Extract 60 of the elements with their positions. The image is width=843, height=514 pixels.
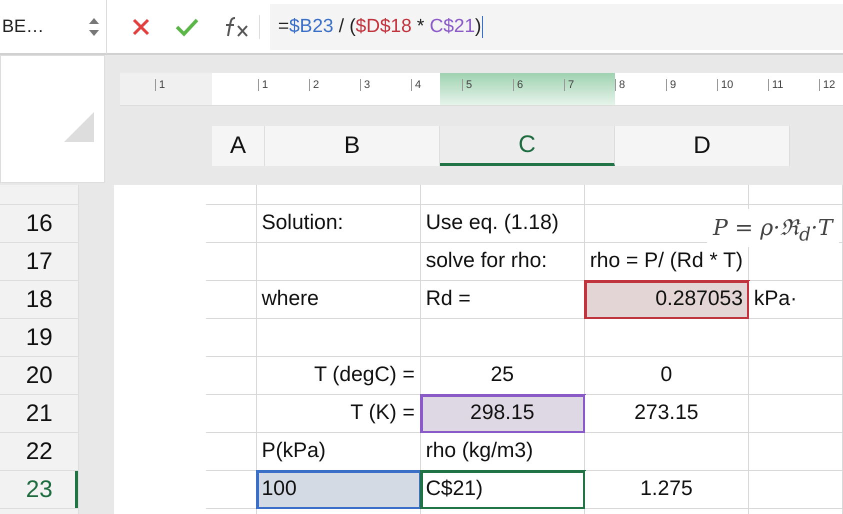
ruler-number: 1 <box>155 79 166 91</box>
ruler-number: 7 <box>564 79 574 91</box>
table-cell: 1.275 <box>584 471 749 509</box>
table-cell: T (degC) = <box>256 357 421 395</box>
table-cell <box>206 433 257 471</box>
table-cell <box>206 319 257 357</box>
table-cell: Solution: <box>256 205 421 243</box>
ruler-number: 4 <box>411 79 422 91</box>
table-cell: where <box>256 281 421 319</box>
column-header[interactable]: A <box>212 126 265 166</box>
column-header[interactable]: C <box>440 126 615 166</box>
table-cell <box>206 243 257 281</box>
table-cell <box>206 395 257 433</box>
ruler-number: 10 <box>717 79 734 91</box>
ruler-number: 1 <box>258 79 268 91</box>
table-cell: kPa· <box>748 281 843 319</box>
row-header[interactable]: 17 <box>0 243 80 281</box>
ruler-number: 8 <box>615 79 626 91</box>
table-cell: C$21) <box>420 471 585 509</box>
formula-field[interactable]: =$B23 / ($D$18 * C$21) <box>270 4 843 50</box>
table-cell: T (K) = <box>256 395 421 433</box>
table-cell: 100 <box>256 471 421 509</box>
row-header[interactable]: 22 <box>0 433 80 471</box>
row-header[interactable]: 16 <box>0 205 80 243</box>
table-cell: solve for rho: <box>420 243 585 281</box>
check-icon[interactable] <box>175 16 199 36</box>
ruler-number: 6 <box>513 79 524 91</box>
cancel-icon[interactable] <box>131 16 151 36</box>
equation: P = ρ·ℜ$_{d}$·T <box>707 209 839 248</box>
table-cell: 25 <box>420 357 585 395</box>
table-cell: Use eq. (1.18) <box>420 205 585 243</box>
table-cell: rho (kg/m3) <box>420 433 585 471</box>
row-header[interactable]: 18 <box>0 281 80 319</box>
table-cell <box>206 205 257 243</box>
column-header[interactable]: B <box>265 126 440 166</box>
table-cell <box>206 281 257 319</box>
table-cell <box>206 357 257 395</box>
column-header[interactable]: D <box>615 126 790 166</box>
ruler-number: 2 <box>309 79 320 91</box>
ruler-number: 12 <box>819 79 836 91</box>
stepper-icon[interactable] <box>88 16 100 38</box>
row-header[interactable]: 21 <box>0 395 80 433</box>
table-cell: Rd = <box>420 281 585 319</box>
ruler-number: 11 <box>768 79 784 91</box>
function-icon[interactable] <box>223 14 260 38</box>
ruler-number: 3 <box>360 79 370 91</box>
name-box[interactable]: BE… <box>0 0 107 54</box>
table-cell: P(kPa) <box>256 433 421 471</box>
table-cell: 273.15 <box>584 395 749 433</box>
row-header[interactable]: 20 <box>0 357 80 395</box>
table-cell: 298.15 <box>420 395 585 433</box>
ruler-number: 5 <box>462 79 472 91</box>
row-header[interactable]: 23 <box>0 471 80 509</box>
table-cell: 0.287053 <box>584 281 749 319</box>
table-cell: 0 <box>584 357 749 395</box>
table-cell: rho = P/ (Rd * T) <box>584 243 749 281</box>
table-cell <box>206 185 257 205</box>
triangle-icon <box>64 112 94 142</box>
row-header[interactable]: 19 <box>0 319 80 357</box>
ruler-number: 9 <box>666 79 676 91</box>
